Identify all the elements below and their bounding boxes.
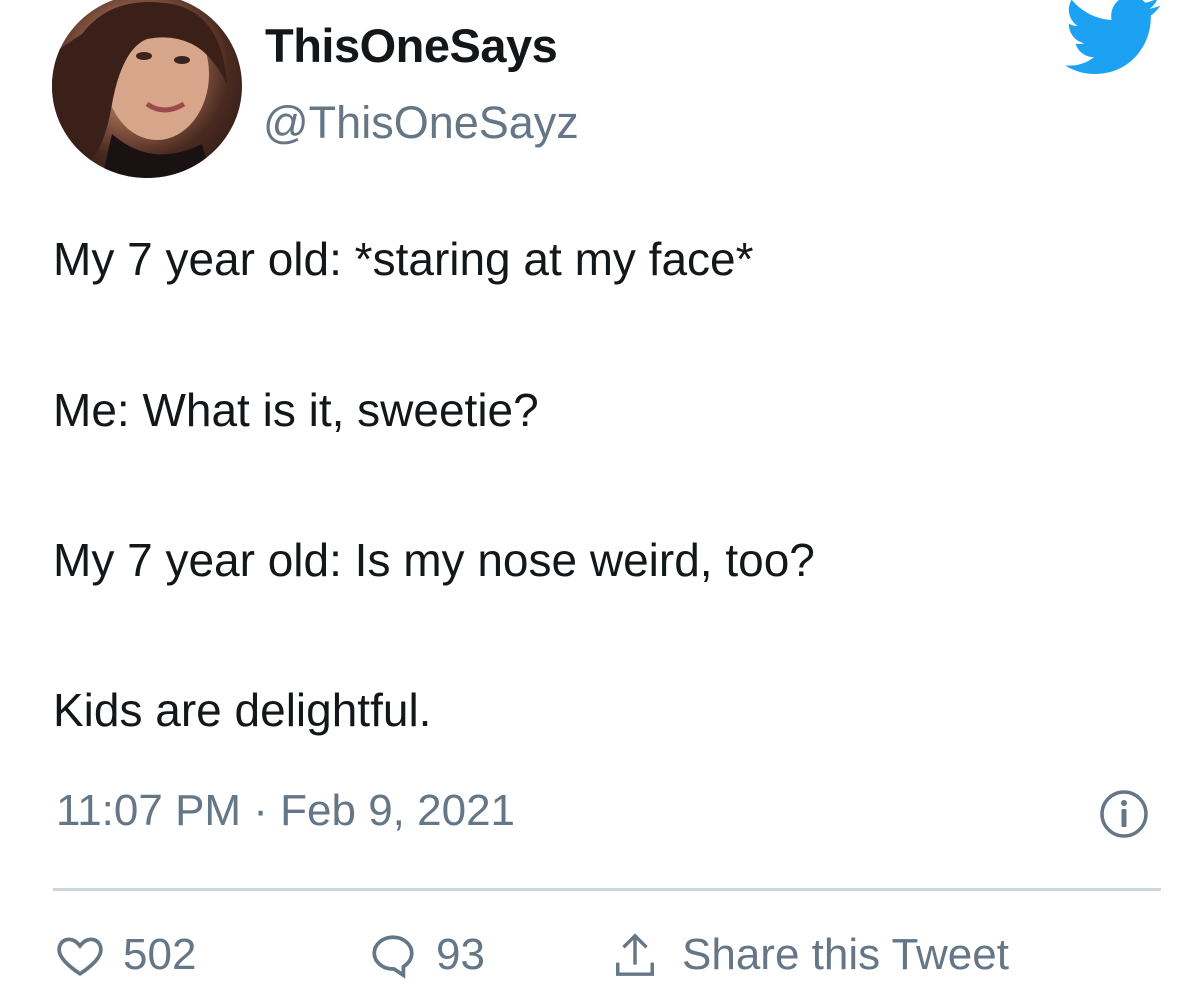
tweet-card: ThisOneSays @ThisOneSayz My 7 year old: …	[0, 0, 1200, 985]
reply-icon	[372, 935, 414, 979]
share-label: Share this Tweet	[682, 930, 1009, 979]
tweet-text-line-1: My 7 year old: *staring at my face*	[53, 233, 754, 285]
like-button[interactable]: 502	[55, 930, 196, 980]
avatar-photo	[52, 2, 227, 178]
avatar[interactable]	[52, 0, 242, 178]
heart-icon	[57, 937, 103, 976]
reply-button[interactable]: 93	[368, 930, 485, 980]
twitter-bird-icon[interactable]	[1066, 0, 1162, 76]
like-count: 502	[123, 930, 197, 979]
tweet-text-line-4: Kids are delightful.	[53, 684, 432, 736]
divider	[53, 888, 1161, 891]
share-button[interactable]: Share this Tweet	[612, 930, 1009, 980]
user-handle[interactable]: @ThisOneSayz	[263, 97, 579, 149]
display-name[interactable]: ThisOneSays	[265, 18, 558, 73]
info-icon[interactable]	[1098, 788, 1150, 840]
reply-count: 93	[436, 930, 485, 979]
tweet-text-line-2: Me: What is it, sweetie?	[53, 384, 539, 436]
share-icon	[616, 933, 654, 976]
tweet-timestamp[interactable]: 11:07 PM · Feb 9, 2021	[56, 786, 515, 836]
action-bar: 502 93 Share this Tweet	[0, 930, 1200, 990]
tweet-text-line-3: My 7 year old: Is my nose weird, too?	[53, 534, 815, 586]
